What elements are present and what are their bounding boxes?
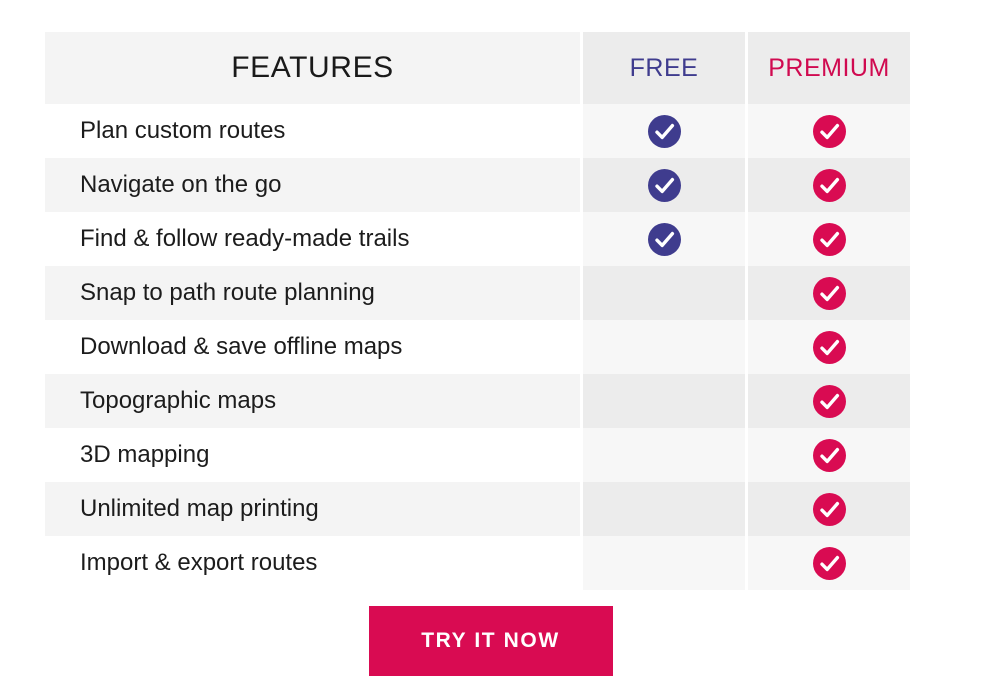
free-cell (583, 482, 745, 536)
feature-cell: Topographic maps (45, 374, 580, 428)
feature-label: Topographic maps (80, 387, 277, 414)
check-circle-icon (812, 114, 846, 148)
no-check-placeholder (648, 385, 681, 418)
table-row: Topographic maps (45, 374, 948, 428)
header-cell-features: FEATURES (45, 32, 580, 104)
feature-label: Unlimited map printing (80, 495, 319, 522)
pricing-comparison-page: FEATURES FREE PREMIUM Plan custom routes… (0, 0, 981, 694)
table-row: Find & follow ready-made trails (45, 212, 948, 266)
check-circle-icon (812, 384, 846, 418)
features-column-title: FEATURES (231, 51, 394, 84)
check-circle-icon (812, 438, 846, 472)
premium-cell (748, 536, 910, 590)
check-circle-icon (812, 276, 846, 310)
premium-cell (748, 374, 910, 428)
table-row: 3D mapping (45, 428, 948, 482)
check-circle-icon (647, 168, 681, 202)
check-circle-icon (812, 546, 846, 580)
free-cell (583, 158, 745, 212)
feature-label: Find & follow ready-made trails (80, 225, 410, 252)
feature-label: 3D mapping (80, 441, 210, 468)
premium-cell (748, 158, 910, 212)
free-cell (583, 104, 745, 158)
table-row: Plan custom routes (45, 104, 948, 158)
free-cell (583, 428, 745, 482)
no-check-placeholder (648, 331, 681, 364)
table-row: Import & export routes (45, 536, 948, 590)
no-check-placeholder (648, 277, 681, 310)
premium-cell (748, 428, 910, 482)
feature-cell: Find & follow ready-made trails (45, 212, 580, 266)
header-cell-free: FREE (583, 32, 745, 104)
check-circle-icon (812, 492, 846, 526)
free-cell (583, 374, 745, 428)
feature-cell: Unlimited map printing (45, 482, 580, 536)
no-check-placeholder (648, 439, 681, 472)
check-circle-icon (647, 222, 681, 256)
table-row: Unlimited map printing (45, 482, 948, 536)
no-check-placeholder (648, 493, 681, 526)
cta-container: TRY IT NOW (0, 606, 981, 676)
feature-cell: Import & export routes (45, 536, 580, 590)
premium-cell (748, 266, 910, 320)
feature-label: Snap to path route planning (80, 279, 375, 306)
table-row: Snap to path route planning (45, 266, 948, 320)
feature-cell: Snap to path route planning (45, 266, 580, 320)
table-row: Download & save offline maps (45, 320, 948, 374)
premium-cell (748, 320, 910, 374)
feature-cell: Navigate on the go (45, 158, 580, 212)
feature-label: Navigate on the go (80, 171, 282, 198)
feature-label: Download & save offline maps (80, 333, 403, 360)
premium-cell (748, 482, 910, 536)
feature-cell: Plan custom routes (45, 104, 580, 158)
check-circle-icon (812, 168, 846, 202)
premium-cell (748, 212, 910, 266)
table-body: Plan custom routes Navigate on the go Find… (45, 104, 948, 590)
feature-label: Plan custom routes (80, 117, 286, 144)
check-circle-icon (647, 114, 681, 148)
table-row: Navigate on the go (45, 158, 948, 212)
feature-cell: 3D mapping (45, 428, 580, 482)
feature-label: Import & export routes (80, 549, 318, 576)
free-cell (583, 266, 745, 320)
check-circle-icon (812, 330, 846, 364)
try-it-now-button[interactable]: TRY IT NOW (368, 606, 613, 676)
free-cell (583, 536, 745, 590)
free-cell (583, 212, 745, 266)
no-check-placeholder (648, 547, 681, 580)
table-header-row: FEATURES FREE PREMIUM (45, 32, 948, 104)
premium-column-title: PREMIUM (768, 53, 890, 82)
feature-comparison-table: FEATURES FREE PREMIUM Plan custom routes… (45, 32, 948, 590)
header-cell-premium: PREMIUM (748, 32, 910, 104)
feature-cell: Download & save offline maps (45, 320, 580, 374)
free-cell (583, 320, 745, 374)
free-column-title: FREE (629, 53, 699, 82)
premium-cell (748, 104, 910, 158)
check-circle-icon (812, 222, 846, 256)
